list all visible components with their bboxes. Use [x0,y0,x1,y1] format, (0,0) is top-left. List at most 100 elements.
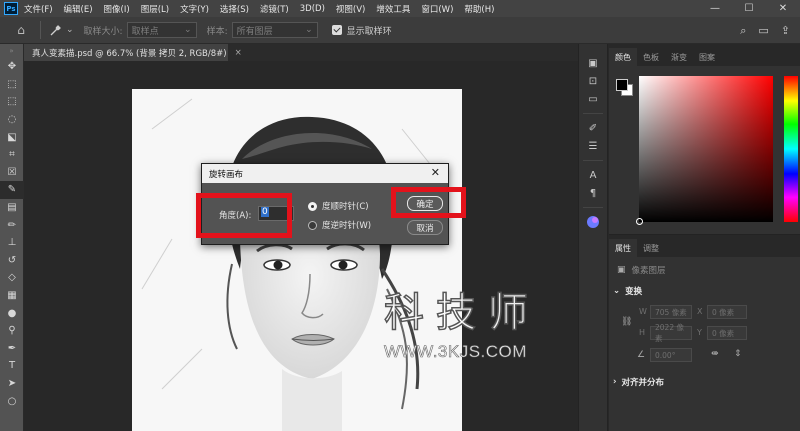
home-icon[interactable]: ⌂ [10,19,32,41]
pixel-layer-icon: ▣ [617,265,626,275]
flip-vertical-icon[interactable]: ⇕ [734,349,742,359]
photoshop-logo: Ps [4,2,18,15]
sample-value: 所有图层 [236,26,273,37]
marquee-tool-icon[interactable]: ⬚ [0,93,24,111]
dialog-close-icon[interactable]: ✕ [431,166,440,179]
toolbar-grip[interactable]: » [0,44,23,58]
character-icon[interactable]: A [579,166,607,184]
height-field[interactable]: 2022 像素 [650,323,692,343]
sliders-icon[interactable]: ☰ [579,137,607,155]
chevron-down-icon: ⌄ [184,25,192,35]
color-panel-tabs: 颜色 色板 渐变 图案 [609,44,800,66]
eyedropper-tool-icon[interactable]: ✎ [0,181,24,199]
menu-help[interactable]: 帮助(H) [464,3,494,15]
object-selection-tool-icon[interactable]: ⬕ [0,128,24,146]
tab-adjustments[interactable]: 调整 [637,239,665,257]
close-window-button[interactable]: ✕ [766,0,800,17]
menu-edit[interactable]: 编辑(E) [64,3,93,15]
canvas-area[interactable] [24,61,578,431]
options-bar: ⌂ ⌄ 取样大小: 取样点 ⌄ 样本: 所有图层 ⌄ 显示取样环 ⌕ ▭ ⇪ [0,17,800,44]
crop-tool-icon[interactable]: ⌗ [0,146,24,164]
strip-divider [583,207,603,208]
tab-swatches[interactable]: 色板 [637,48,665,66]
width-field[interactable]: 705 像素 [650,305,692,319]
shape-tool-icon[interactable]: ○ [0,392,24,410]
search-icon[interactable]: ⌕ [740,24,746,38]
sample-size-select[interactable]: 取样点 ⌄ [126,22,197,38]
menu-image[interactable]: 图像(I) [104,3,130,15]
counterclockwise-option[interactable]: 度逆时针(W) [308,219,371,231]
tab-gradients[interactable]: 渐变 [665,48,693,66]
menu-select[interactable]: 选择(S) [220,3,249,15]
counterclockwise-label: 度逆时针(W) [322,221,372,231]
type-tool-icon[interactable]: T [0,357,24,375]
menu-filter[interactable]: 滤镜(T) [260,3,289,15]
watermark-char: 师 [487,290,529,336]
tab-properties[interactable]: 属性 [609,239,637,257]
clockwise-label: 度顺时针(C) [322,202,369,212]
menu-file[interactable]: 文件(F) [24,3,53,15]
chevron-right-icon: › [613,377,617,387]
clockwise-option[interactable]: 度顺时针(C) [308,200,369,212]
options-divider [40,21,41,39]
tab-patterns[interactable]: 图案 [693,48,721,66]
eraser-tool-icon[interactable]: ◇ [0,269,24,287]
gradient-tool-icon[interactable]: ▦ [0,287,24,305]
flip-horizontal-icon[interactable]: ⇼ [711,349,719,359]
menu-3d[interactable]: 3D(D) [300,4,325,14]
y-label: Y [697,328,702,337]
link-icon[interactable]: ⛓ [621,317,632,327]
color-picker-field[interactable] [636,76,773,225]
healing-brush-tool-icon[interactable]: ▤ [0,199,24,217]
dodge-tool-icon[interactable]: ⚲ [0,322,24,340]
color-picker-handle[interactable] [636,218,643,225]
properties-panel: 属性 调整 ▣ 像素图层 ⌄ 变换 W 705 像素 X 0 像素 ⛓ H 20… [609,234,800,431]
history-icon[interactable]: ▣ [579,54,607,72]
workspace-icon[interactable]: ▭ [758,24,768,37]
tab-close-icon[interactable]: × [235,48,242,58]
maximize-button[interactable]: ☐ [732,0,766,17]
menu-view[interactable]: 视图(V) [336,3,365,15]
cloud-app-icon[interactable] [579,213,607,231]
show-sampling-ring-checkbox[interactable]: 显示取样环 [331,24,392,37]
adjustments-icon[interactable]: ⊡ [579,72,607,90]
path-selection-tool-icon[interactable]: ➤ [0,375,24,393]
menu-plugins[interactable]: 增效工具 [376,3,410,15]
menu-layer[interactable]: 图层(L) [141,3,169,15]
checkbox-checked-icon [331,25,342,35]
angle-highlight-box [196,193,292,238]
move-tool-icon[interactable]: ✥ [0,58,24,76]
blur-tool-icon[interactable]: ● [0,304,24,322]
menu-bar: Ps 文件(F) 编辑(E) 图像(I) 图层(L) 文字(Y) 选择(S) 滤… [0,0,800,17]
history-brush-tool-icon[interactable]: ↺ [0,252,24,270]
lasso-tool-icon[interactable]: ◌ [0,111,24,129]
align-distribute-section-header[interactable]: › 对齐并分布 [613,376,664,388]
hue-slider[interactable] [784,76,798,222]
cancel-button[interactable]: 取消 [407,220,443,235]
sample-select[interactable]: 所有图层 ⌄ [231,22,318,38]
document-tab[interactable]: 真人变素描.psd @ 66.7% (背景 拷贝 2, RGB/8#) × [24,44,242,61]
sample-label: 样本: [206,26,228,37]
artboard-tool-icon[interactable]: ⬚ [0,76,24,94]
y-field[interactable]: 0 像素 [707,326,747,340]
comments-icon[interactable]: ▭ [579,90,607,108]
watermark-char: 科 [383,290,425,336]
rotation-angle-field[interactable]: 0.00° [650,348,692,362]
tab-color[interactable]: 颜色 [609,48,637,66]
frame-tool-icon[interactable]: ☒ [0,164,24,182]
foreground-color-swatch[interactable] [616,79,628,91]
x-label: X [697,307,703,316]
clone-stamp-tool-icon[interactable]: ⊥ [0,234,24,252]
tool-preset-picker[interactable]: ⌄ [49,23,74,37]
share-icon[interactable]: ⇪ [781,24,790,37]
transform-section-header[interactable]: ⌄ 变换 [613,285,642,297]
document-canvas[interactable] [132,89,462,431]
pen-tool-icon[interactable]: ✒ [0,340,24,358]
menu-window[interactable]: 窗口(W) [421,3,453,15]
x-field[interactable]: 0 像素 [707,305,747,319]
brush-tool-icon[interactable]: ✏ [0,216,24,234]
paragraph-icon[interactable]: ¶ [579,184,607,202]
menu-type[interactable]: 文字(Y) [180,3,209,15]
brush-settings-icon[interactable]: ✐ [579,119,607,137]
minimize-button[interactable]: — [698,0,732,17]
